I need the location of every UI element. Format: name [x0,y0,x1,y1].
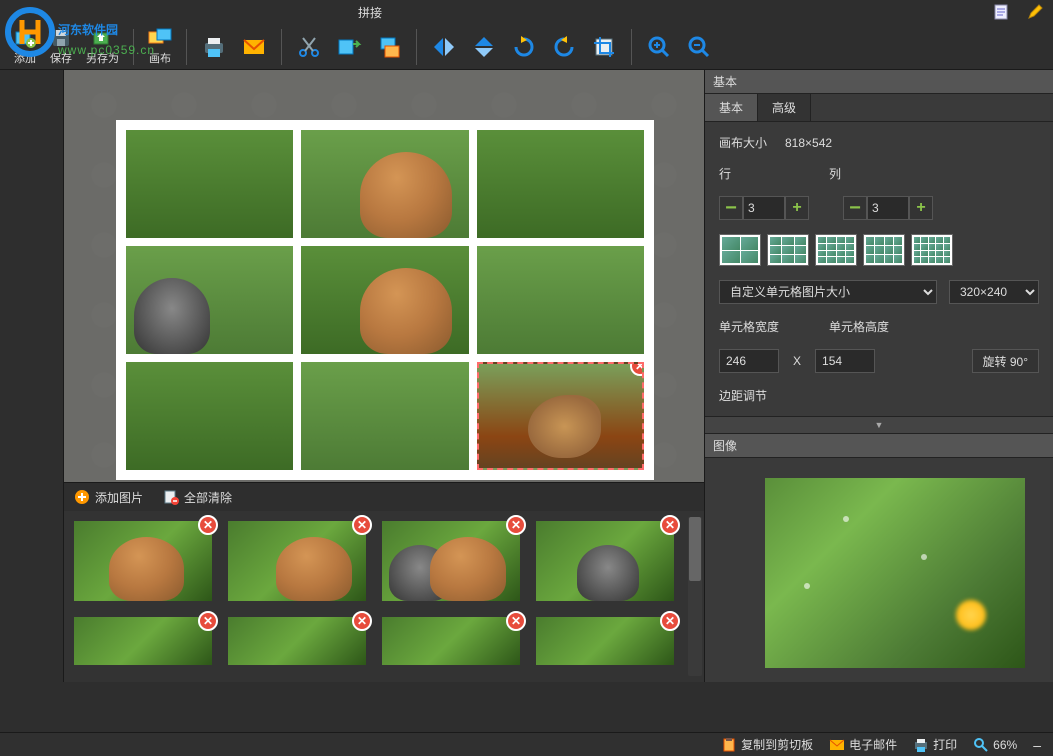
rows-increment[interactable]: + [785,196,809,220]
thumbnail[interactable]: ✕ [536,617,674,665]
canvas-size-label: 画布大小 [719,134,775,151]
margin-label: 边距调节 [719,387,775,404]
status-clipboard[interactable]: 复制到剪切板 [721,736,813,753]
cols-decrement[interactable]: − [843,196,867,220]
swap-icon[interactable]: X [793,354,801,368]
collage-cell[interactable] [301,130,468,238]
template-4x4[interactable] [815,234,857,266]
cols-increment[interactable]: + [909,196,933,220]
cell-mode-select[interactable]: 自定义单元格图片大小 [719,280,937,304]
thumb-delete-icon[interactable]: ✕ [660,611,680,631]
collage-cell[interactable] [126,130,293,238]
save-button[interactable]: 保存 [44,25,78,68]
cell-w-label: 单元格宽度 [719,318,819,335]
section-collapse[interactable] [705,416,1053,434]
cell-width-input[interactable] [719,349,779,373]
zoom-in-icon[interactable] [640,32,678,62]
cols-input[interactable] [867,196,909,220]
status-email[interactable]: 电子邮件 [829,736,897,753]
cell-h-label: 单元格高度 [829,318,889,335]
thumb-delete-icon[interactable]: ✕ [352,611,372,631]
rotate-right-icon[interactable] [545,32,583,62]
cell-delete-icon[interactable]: ✕ [630,362,644,376]
thumbnail[interactable]: ✕ [228,617,366,665]
rows-label: 行 [719,165,819,182]
thumbnail[interactable]: ✕ [74,617,212,665]
thumb-delete-icon[interactable]: ✕ [198,515,218,535]
cut-icon[interactable] [290,32,328,62]
collage-cell[interactable] [301,246,468,354]
collage-grid: ✕ [116,120,654,480]
thumb-delete-icon[interactable]: ✕ [198,611,218,631]
pencil-icon[interactable] [1027,4,1043,20]
thumb-delete-icon[interactable]: ✕ [660,515,680,535]
status-minus[interactable]: – [1033,737,1041,753]
crop-icon[interactable] [585,32,623,62]
template-3x4[interactable] [863,234,905,266]
thumb-delete-icon[interactable]: ✕ [506,611,526,631]
thumb-delete-icon[interactable]: ✕ [352,515,372,535]
cell-height-input[interactable] [815,349,875,373]
main-toolbar: 添加 保存 另存为 画布 [0,24,1053,70]
notes-icon[interactable] [993,4,1009,20]
scrollbar[interactable] [688,517,702,676]
thumbnail-tray: 添加图片 全部清除 ✕ ✕ ✕ ✕ ✕ ✕ ✕ ✕ [64,482,704,682]
collage-cell[interactable] [477,130,644,238]
flip-h-icon[interactable] [425,32,463,62]
image-section-title: 图像 [705,434,1053,458]
panel-title: 基本 [705,70,1053,94]
rows-input[interactable] [743,196,785,220]
canvas-button[interactable]: 画布 [142,25,178,68]
statusbar: 复制到剪切板 电子邮件 打印 66% – [0,732,1053,756]
tab-advanced[interactable]: 高级 [758,94,811,121]
saveas-button[interactable]: 另存为 [80,25,125,68]
template-2x2[interactable] [719,234,761,266]
collage-cell[interactable] [126,246,293,354]
flip-v-icon[interactable] [465,32,503,62]
collage-cell[interactable] [126,362,293,470]
template-3x3[interactable] [767,234,809,266]
clear-all-button[interactable]: 全部清除 [163,489,232,506]
canvas-workspace[interactable]: ✕ [64,70,704,482]
paste-icon[interactable] [370,32,408,62]
add-image-button[interactable]: 添加图片 [74,489,143,506]
status-zoom[interactable]: 66% [973,737,1017,753]
thumbnail[interactable]: ✕ [382,521,520,601]
menubar: 拼接 [0,0,1053,24]
collage-cell[interactable] [301,362,468,470]
email-icon[interactable] [235,32,273,62]
collage-cell[interactable] [477,246,644,354]
scrollbar-handle[interactable] [689,517,701,581]
print-icon[interactable] [195,32,233,62]
thumbnail[interactable]: ✕ [228,521,366,601]
size-preset-select[interactable]: 320×240 [949,280,1039,304]
cols-label: 列 [829,165,885,182]
properties-panel: 基本 基本 高级 画布大小 818×542 行 列 − + [704,70,1053,682]
canvas-size-value: 818×542 [785,136,832,150]
thumbnail[interactable]: ✕ [536,521,674,601]
rotate-90-button[interactable]: 旋转 90° [972,349,1039,373]
collage-cell-selected[interactable]: ✕ [477,362,644,470]
rotate-left-icon[interactable] [505,32,543,62]
template-4x5[interactable] [911,234,953,266]
thumb-delete-icon[interactable]: ✕ [506,515,526,535]
image-preview [705,458,1053,682]
thumbnail[interactable]: ✕ [74,521,212,601]
rows-decrement[interactable]: − [719,196,743,220]
menu-pinjie[interactable]: 拼接 [350,2,390,23]
add-button[interactable]: 添加 [8,25,42,68]
preview-image [765,478,1025,668]
status-print[interactable]: 打印 [913,736,957,753]
zoom-out-icon[interactable] [680,32,718,62]
tab-basic[interactable]: 基本 [705,94,758,121]
copy-icon[interactable] [330,32,368,62]
thumbnail[interactable]: ✕ [382,617,520,665]
